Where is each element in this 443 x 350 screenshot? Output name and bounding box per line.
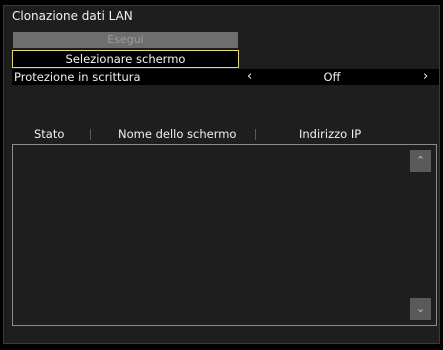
page-title: Clonazione dati LAN <box>12 9 133 23</box>
execute-button[interactable]: Esegui <box>13 32 238 48</box>
column-header-screen-name: Nome dello schermo <box>118 127 237 141</box>
scroll-down-icon[interactable]: ⌄ <box>410 298 431 320</box>
table-header: Stato Nome dello schermo Indirizzo IP <box>12 126 439 142</box>
chevron-left-icon[interactable]: ‹ <box>247 69 252 85</box>
screen-list[interactable]: ⌃ ⌄ <box>12 144 437 326</box>
write-protection-value: Off <box>323 70 341 84</box>
column-header-ip-address: Indirizzo IP <box>299 127 362 141</box>
chevron-right-icon[interactable]: › <box>423 69 428 85</box>
write-protection-row[interactable]: Protezione in scrittura ‹ Off › <box>12 69 439 85</box>
screen-frame: Clonazione dati LAN Esegui Selezionare s… <box>0 0 443 350</box>
column-divider <box>90 129 91 140</box>
column-header-status: Stato <box>34 127 65 141</box>
select-screen-button[interactable]: Selezionare schermo <box>12 50 239 68</box>
write-protection-label: Protezione in scrittura <box>14 70 141 84</box>
column-divider <box>255 129 256 140</box>
scroll-up-icon[interactable]: ⌃ <box>410 150 431 172</box>
